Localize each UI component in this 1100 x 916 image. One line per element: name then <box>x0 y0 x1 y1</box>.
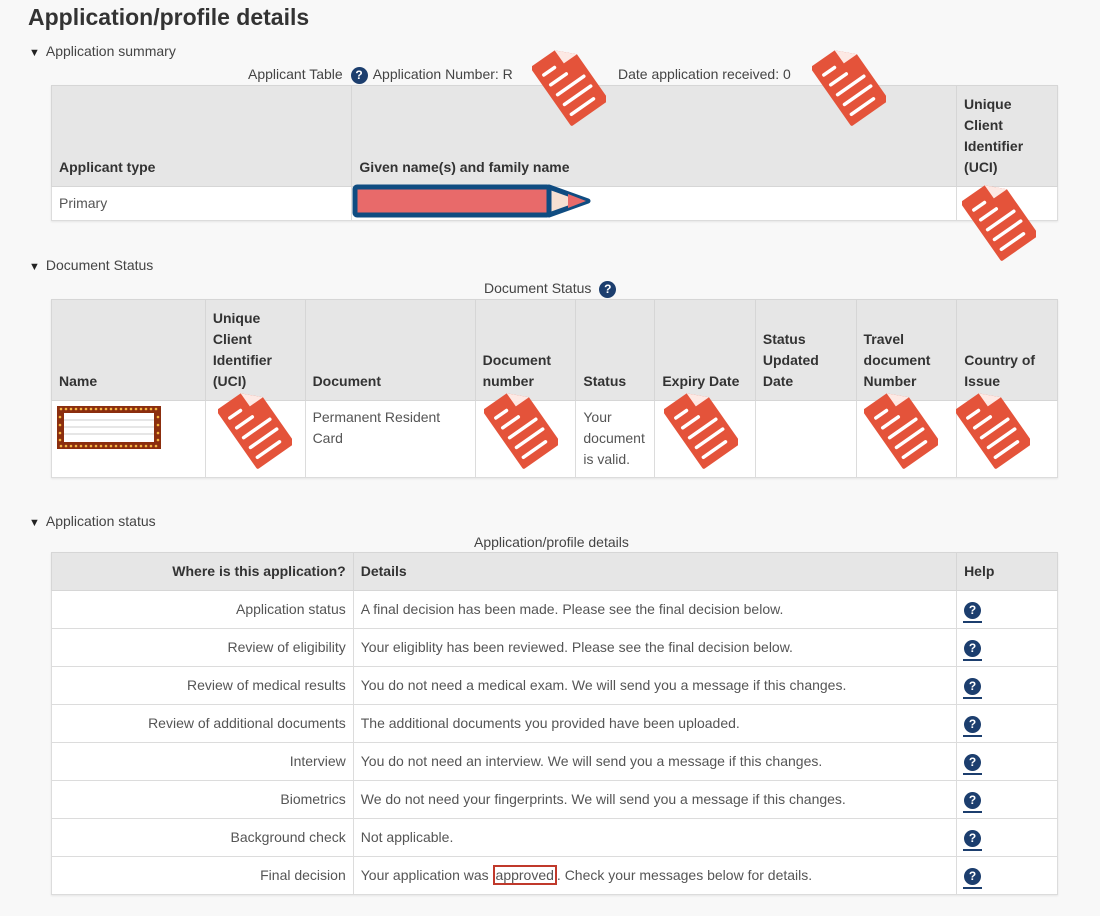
page-title: Application/profile details <box>28 4 310 30</box>
help-icon[interactable]: ? <box>963 677 983 699</box>
stage-cell: Review of medical results <box>51 666 354 705</box>
help-icon[interactable]: ? <box>963 715 983 737</box>
stage-cell: Biometrics <box>51 780 354 819</box>
caption-table-label: Applicant Table <box>248 66 343 82</box>
header-document: Document <box>304 299 476 401</box>
stage-cell: Final decision <box>51 856 354 895</box>
date-received: Date application received: 0 <box>618 66 791 82</box>
table-row: Application status A final decision has … <box>51 590 1058 629</box>
document-status-label: Document Status <box>45 257 154 273</box>
table-row: Review of eligibility Your eligiblity ha… <box>51 628 1058 667</box>
application-status-toggle[interactable]: ▼ Application status <box>29 513 156 529</box>
details-cell: A final decision has been made. Please s… <box>352 590 958 629</box>
details-cell: You do not need a medical exam. We will … <box>352 666 958 705</box>
header-document-number: Document number <box>474 299 577 401</box>
stage-cell: Review of eligibility <box>51 628 354 667</box>
header-status: Status <box>575 299 656 401</box>
details-cell: We do not need your fingerprints. We wil… <box>352 780 958 819</box>
details-cell: The additional documents you provided ha… <box>352 704 958 743</box>
application-summary-label: Application summary <box>45 43 176 59</box>
document-status-caption: Document Status ? <box>484 280 618 302</box>
expanded-triangle-icon: ▼ <box>29 47 40 59</box>
country-of-issue-cell <box>956 400 1058 478</box>
help-cell: ? <box>956 818 1058 857</box>
header-details: Details <box>352 552 958 591</box>
stage-cell: Background check <box>51 818 354 857</box>
details-cell: Not applicable. <box>352 818 958 857</box>
help-icon[interactable]: ? <box>963 867 983 889</box>
table-row: Biometrics We do not need your fingerpri… <box>51 780 1058 819</box>
details-cell: Your eligiblity has been reviewed. Pleas… <box>352 628 958 667</box>
application-number: Application Number: R <box>372 66 513 82</box>
marquee-redaction-icon <box>57 406 161 449</box>
final-decision-text: Your application was <box>360 867 493 883</box>
uci-cell <box>956 186 1058 221</box>
uci-cell <box>204 400 306 478</box>
help-icon[interactable]: ? <box>963 829 983 851</box>
header-uci: Unique Client Identifier (UCI) <box>204 299 306 401</box>
details-cell: You do not need an interview. We will se… <box>352 742 958 781</box>
status-cell: Your document is valid. <box>575 400 656 478</box>
application-status-caption: Application/profile details <box>474 534 629 550</box>
header-applicant-type: Applicant type <box>50 85 353 187</box>
final-decision-text-end: . Check your messages below for details. <box>556 867 813 883</box>
help-cell: ? <box>956 628 1058 667</box>
help-icon[interactable]: ? <box>963 639 983 661</box>
header-expiry-date: Expiry Date <box>654 299 756 401</box>
status-updated-date-cell <box>754 400 857 478</box>
caption-label: Document Status <box>484 280 592 296</box>
document-status-table: Name Unique Client Identifier (UCI) Docu… <box>51 299 1058 478</box>
header-uci: Unique Client Identifier (UCI) <box>956 85 1058 187</box>
pencil-redaction-icon <box>352 184 591 218</box>
help-icon[interactable]: ? <box>349 66 369 88</box>
table-row: Permanent Resident Card Your document is… <box>51 400 1058 478</box>
travel-document-number-cell <box>855 400 958 478</box>
application-status-table: Where is this application? Details Help … <box>51 552 1058 895</box>
help-icon[interactable]: ? <box>598 280 618 302</box>
table-row: Background check Not applicable. ? <box>51 818 1058 857</box>
document-cell: Permanent Resident Card <box>304 400 476 478</box>
expanded-triangle-icon: ▼ <box>29 517 40 529</box>
table-row: Review of medical results You do not nee… <box>51 666 1058 705</box>
header-help: Help <box>956 552 1058 591</box>
help-icon[interactable]: ? <box>963 601 983 623</box>
details-cell: Your application was approved. Check you… <box>352 856 958 895</box>
help-cell: ? <box>956 780 1058 819</box>
stage-cell: Application status <box>51 590 354 629</box>
header-name: Name <box>51 299 206 401</box>
help-cell: ? <box>956 590 1058 629</box>
table-row: Interview You do not need an interview. … <box>51 742 1058 781</box>
header-country-of-issue: Country of Issue <box>956 299 1058 401</box>
help-icon[interactable]: ? <box>963 791 983 813</box>
stage-cell: Interview <box>51 742 354 781</box>
document-status-toggle[interactable]: ▼ Document Status <box>29 257 153 273</box>
header-name: Given name(s) and family name <box>351 85 958 187</box>
header-where: Where is this application? <box>51 552 354 591</box>
help-cell: ? <box>956 704 1058 743</box>
help-icon[interactable]: ? <box>963 753 983 775</box>
document-number-cell <box>474 400 577 478</box>
table-row: Review of additional documents The addit… <box>51 704 1058 743</box>
header-status-updated-date: Status Updated Date <box>754 299 857 401</box>
application-status-label: Application status <box>45 513 156 529</box>
header-travel-document-number: Travel document Number <box>855 299 958 401</box>
table-row: Final decision Your application was appr… <box>51 856 1058 895</box>
applicant-type-cell: Primary <box>50 186 353 221</box>
approved-highlight: approved <box>492 865 557 885</box>
help-cell: ? <box>956 856 1058 895</box>
stage-cell: Review of additional documents <box>51 704 354 743</box>
expiry-date-cell <box>654 400 756 478</box>
applicant-table-caption: Applicant Table ? Application Number: R <box>248 66 513 88</box>
application-summary-toggle[interactable]: ▼ Application summary <box>29 43 176 59</box>
help-cell: ? <box>956 742 1058 781</box>
help-cell: ? <box>956 666 1058 705</box>
expanded-triangle-icon: ▼ <box>29 261 40 273</box>
